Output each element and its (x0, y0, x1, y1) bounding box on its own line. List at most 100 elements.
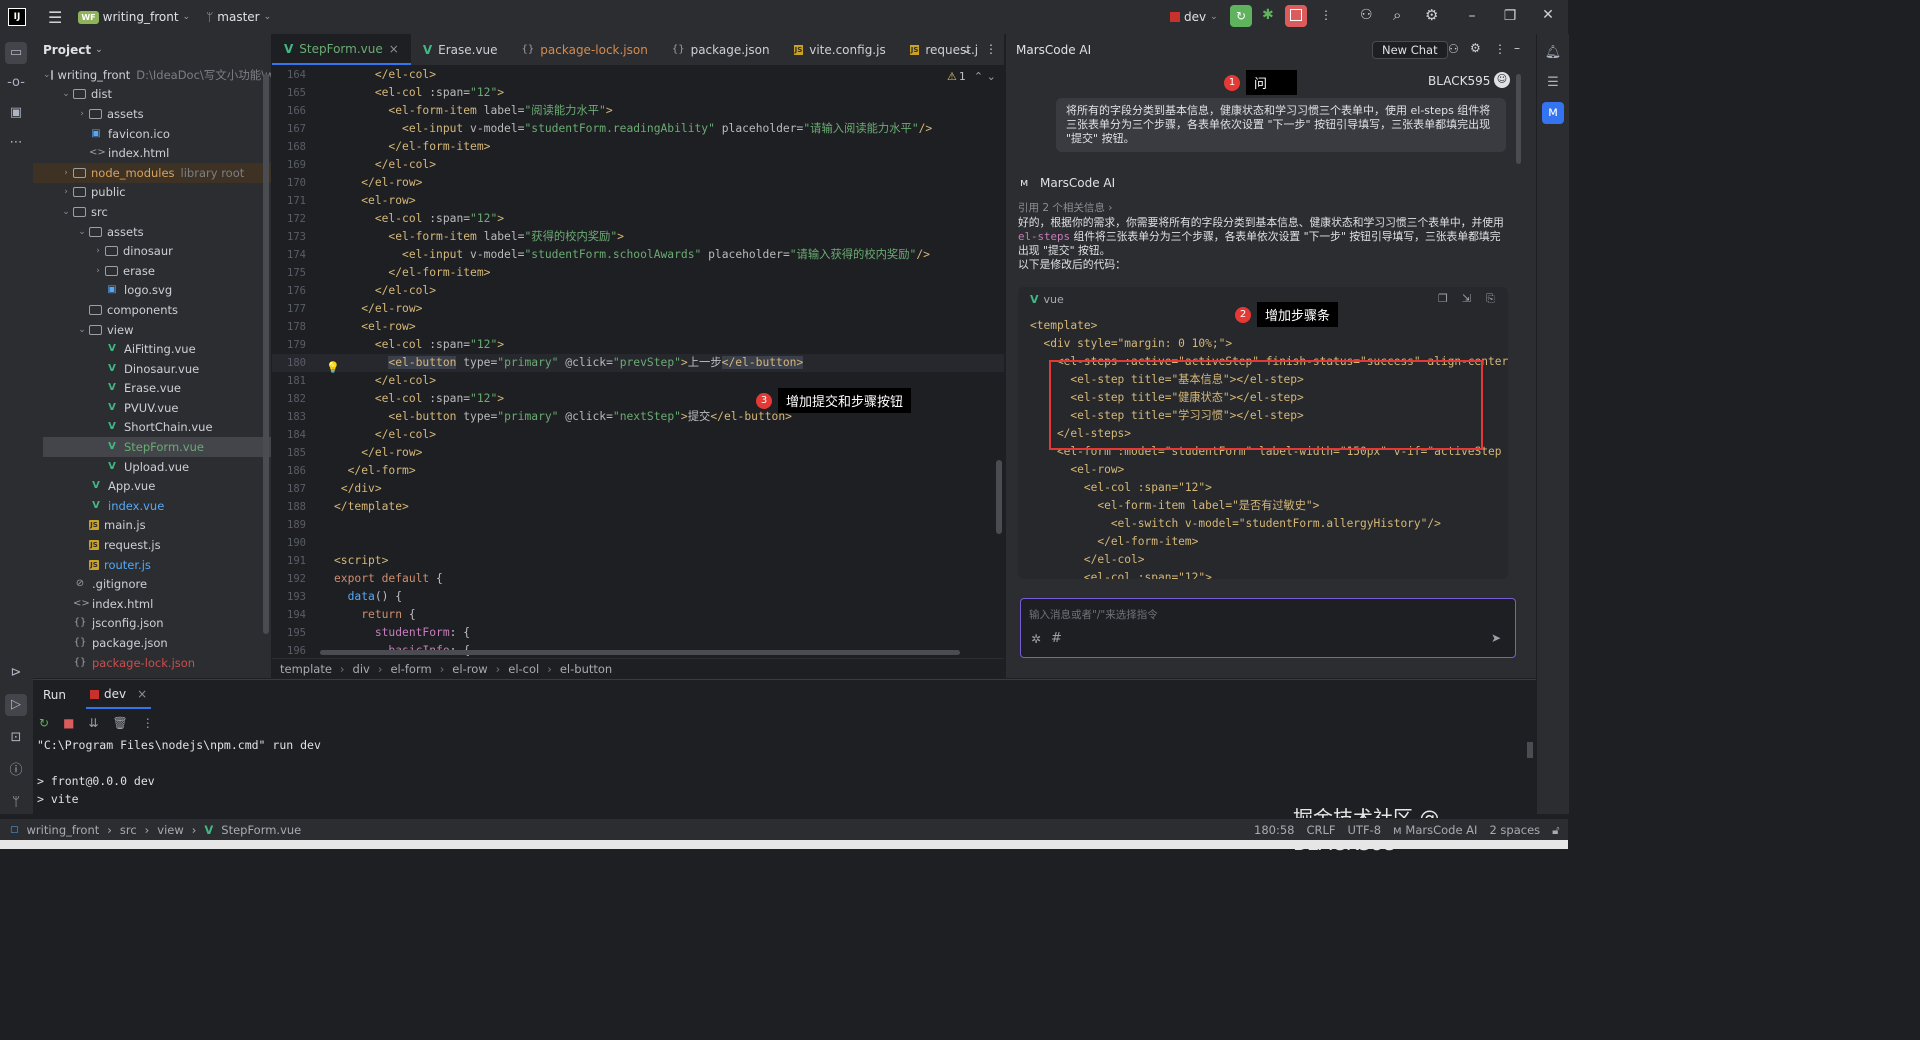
code-line[interactable]: 194 return { (272, 606, 1004, 624)
tree-item[interactable]: V Dinosaur.vue (33, 359, 271, 379)
expanded-arrow-icon[interactable]: ⌄ (59, 207, 73, 217)
tree-item[interactable]: › node_modules library root (33, 162, 271, 183)
code-line[interactable]: 191 <script> (272, 552, 1004, 570)
status-path-item[interactable]: StepForm.vue (221, 823, 301, 837)
structure-icon[interactable]: ▣ (5, 102, 27, 124)
editor-hscrollbar[interactable] (320, 650, 960, 655)
close-window-button[interactable]: ✕ (1530, 7, 1566, 23)
code-line[interactable]: 185 </el-row> (272, 444, 1004, 462)
code-line[interactable]: 187 </div> (272, 480, 1004, 498)
code-line[interactable]: 190 (272, 534, 1004, 552)
code-line[interactable]: 174 <el-input v-model="studentForm.schoo… (272, 246, 1004, 264)
tree-item[interactable]: {} jsconfig.json (33, 614, 271, 634)
marscode-icon[interactable]: ᴍ (1542, 102, 1564, 124)
code-line[interactable]: 175 </el-form-item> (272, 264, 1004, 282)
warning-indicator[interactable]: ⚠ 1 ⌃ ⌄ (947, 70, 996, 83)
more-tools-icon[interactable]: ⋯ (5, 132, 27, 154)
code-line[interactable]: 195 studentForm: { (272, 624, 1004, 642)
tree-item[interactable]: <> index.html (33, 143, 271, 163)
code-line[interactable]: 173 <el-form-item label="获得的校内奖励"> (272, 228, 1004, 246)
ai-scrollbar[interactable] (1516, 74, 1521, 164)
user-icon[interactable]: ⚇ (1448, 42, 1459, 56)
scroll-to-end-icon[interactable]: ⇊ (88, 716, 98, 730)
tree-item[interactable]: V Erase.vue (33, 379, 271, 399)
status-path-item[interactable]: src (120, 823, 137, 837)
cursor-position[interactable]: 180:58 (1254, 823, 1294, 838)
expanded-arrow-icon[interactable]: ⌄ (59, 89, 73, 99)
code-line[interactable]: 170 </el-row> (272, 174, 1004, 192)
collapsed-arrow-icon[interactable]: › (59, 187, 73, 197)
collapsed-arrow-icon[interactable]: › (75, 109, 89, 119)
tree-item[interactable]: ⌄ src (33, 202, 271, 222)
database-icon[interactable]: ☰ (1542, 72, 1564, 94)
code-line[interactable]: 184 </el-col> (272, 426, 1004, 444)
expanded-arrow-icon[interactable]: ⌄ (75, 227, 89, 237)
code-line[interactable]: 192 export default { (272, 570, 1004, 588)
stop-button[interactable] (1285, 5, 1307, 27)
code-line[interactable]: 169 </el-col> (272, 156, 1004, 174)
expanded-arrow-icon[interactable]: ⌄ (75, 325, 89, 335)
terminal-output[interactable]: "C:\Program Files\nodejs\npm.cmd" run de… (33, 736, 1536, 808)
tree-item[interactable]: V Upload.vue (33, 457, 271, 477)
tree-item[interactable]: V StepForm.vue (43, 437, 271, 457)
project-folder-icon[interactable]: ▭ (5, 42, 27, 64)
git-icon[interactable]: ᛘ (5, 792, 27, 814)
code-line[interactable]: 193 data() { (272, 588, 1004, 606)
editor-scrollbar[interactable] (996, 460, 1002, 534)
status-path-item[interactable]: writing_front (27, 823, 100, 837)
tree-item[interactable]: ⌄ dist (33, 85, 271, 105)
new-file-icon[interactable]: ⎘ (1486, 292, 1495, 306)
tree-item[interactable]: V AiFitting.vue (33, 339, 271, 359)
tree-item[interactable]: {} package-lock.json (33, 653, 271, 673)
rerun-icon[interactable]: ↻ (39, 716, 49, 730)
breadcrumb-item[interactable]: el-col (508, 662, 539, 676)
close-tab-icon[interactable]: × (137, 687, 147, 701)
breadcrumb-item[interactable]: el-button (560, 662, 612, 676)
tree-item[interactable]: <> index.html (33, 594, 271, 614)
minimize-button[interactable]: – (1454, 8, 1490, 24)
tree-item[interactable]: V PVUV.vue (33, 398, 271, 418)
tree-item[interactable]: ⌄ assets (33, 222, 271, 242)
code-line[interactable]: 167 <el-input v-model="studentForm.readi… (272, 120, 1004, 138)
code-line[interactable]: 189 (272, 516, 1004, 534)
send-icon[interactable]: ➤ (1491, 631, 1501, 645)
code-line[interactable]: 172 <el-col :span="12"> (272, 210, 1004, 228)
tree-item[interactable]: V App.vue (33, 476, 271, 496)
tree-scrollbar[interactable] (263, 74, 269, 634)
breadcrumb-item[interactable]: el-row (452, 662, 487, 676)
services-icon[interactable]: ⊳ (5, 662, 27, 684)
collapsed-arrow-icon[interactable]: › (59, 168, 73, 178)
main-menu-icon[interactable]: ☰ (48, 8, 62, 27)
run-config-selector[interactable]: dev ⌄ (1170, 10, 1218, 24)
breadcrumb-item[interactable]: div (353, 662, 370, 676)
tree-item[interactable]: ▣ logo.svg (33, 281, 271, 301)
tree-item[interactable]: ⊘ .gitignore (33, 574, 271, 594)
code-editor[interactable]: 164 </el-col> 165 <el-col :span="12"> 166 … (272, 66, 1004, 658)
problems-icon[interactable]: ⓘ (5, 760, 27, 782)
run-tool-icon[interactable]: ▷ (5, 694, 27, 716)
status-path-item[interactable]: view (157, 823, 183, 837)
commit-icon[interactable]: -o- (5, 72, 27, 94)
notifications-icon[interactable]: 🔔︎ (1542, 42, 1564, 64)
add-user-icon[interactable]: ⚇ (1360, 7, 1373, 23)
tree-item[interactable]: {} package.json (33, 633, 271, 653)
run-tab-dev[interactable]: dev × (86, 681, 152, 709)
clear-icon[interactable]: 🗑︎ (112, 716, 127, 730)
editor-tab[interactable]: JS request.j (898, 34, 990, 65)
restore-button[interactable]: ❐ (1492, 8, 1528, 24)
ai-more-icon[interactable]: ⋮ (1494, 42, 1506, 56)
tree-item[interactable]: JS request.js (33, 535, 271, 555)
search-icon[interactable]: ⌕ (1393, 6, 1401, 24)
settings-icon[interactable]: ⚙ (1425, 6, 1438, 24)
run-scrollbar[interactable] (1527, 742, 1533, 758)
tree-item[interactable]: › public (33, 183, 271, 203)
collapsed-arrow-icon[interactable]: › (91, 246, 105, 256)
editor-tab[interactable]: JS vite.config.js (782, 34, 898, 65)
code-line[interactable]: 168 </el-form-item> (272, 138, 1004, 156)
ai-settings-icon[interactable]: ⚙ (1470, 41, 1481, 55)
tree-item[interactable]: JS main.js (33, 516, 271, 536)
code-line[interactable]: 177 </el-row> (272, 300, 1004, 318)
project-switcher[interactable]: WF writing_front ⌄ (78, 10, 190, 24)
debug-icon[interactable]: ✱ (1262, 7, 1274, 23)
tree-item[interactable]: ⌄ view (33, 320, 271, 340)
